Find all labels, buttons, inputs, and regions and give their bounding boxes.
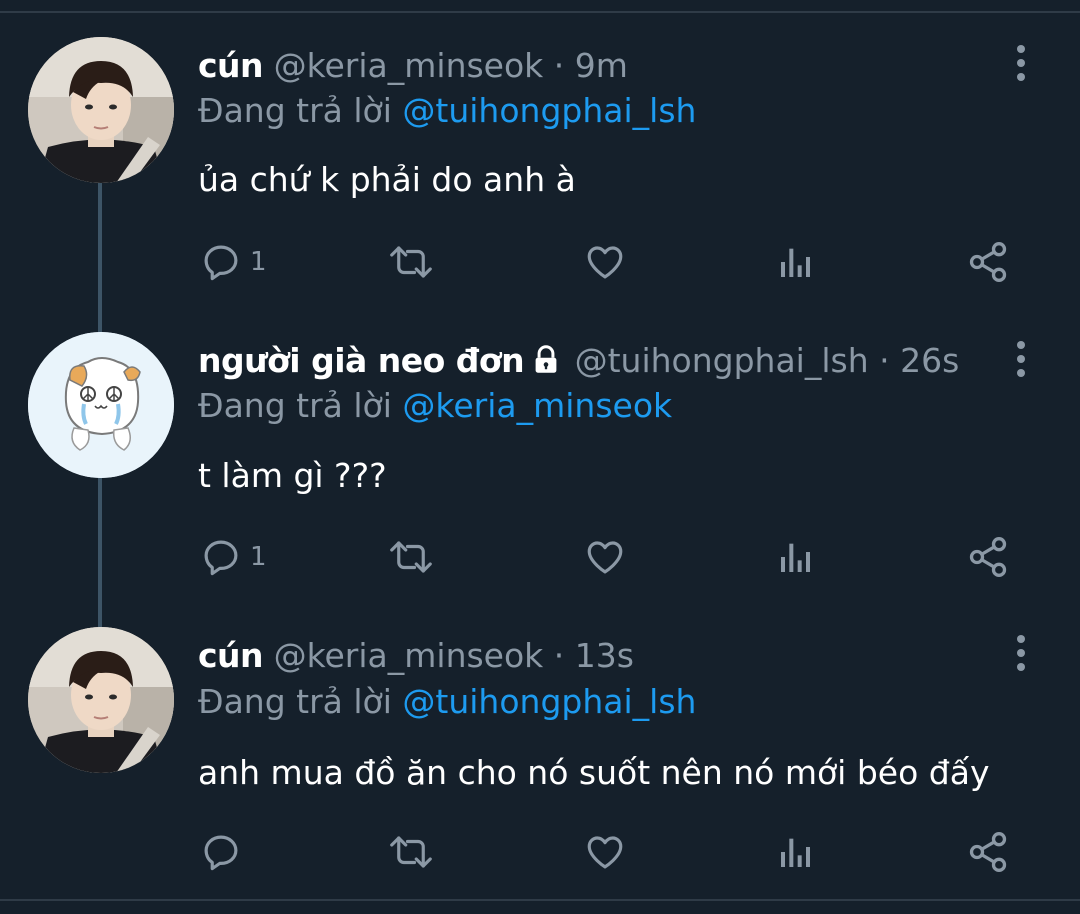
analytics-button[interactable] [776,237,816,287]
heart-icon [587,541,623,574]
reply-button[interactable]: 1 [200,237,267,287]
avatar-cartoon [28,332,174,478]
more-vertical-icon[interactable] [1010,341,1032,383]
retweet-button[interactable] [388,237,434,287]
share-icon [969,537,1007,577]
heart-icon [587,246,623,279]
analytics-button[interactable] [776,827,816,877]
action-bar: 1 [0,237,1080,287]
replying-to: Đang trả lời @tuihongphai_lsh [198,89,696,133]
display-name[interactable]: người già neo đơn [198,341,525,380]
avatar-photo [28,627,174,773]
mention-link[interactable]: @tuihongphai_lsh [402,682,696,721]
more-vertical-icon[interactable] [1010,635,1032,677]
like-button[interactable] [584,237,626,287]
analytics-icon [781,838,810,867]
lock-icon [532,342,560,386]
retweet-icon [390,836,432,868]
action-bar: 1 [0,532,1080,582]
username[interactable]: @tuihongphai_lsh [575,341,869,380]
like-button[interactable] [584,532,626,582]
reply-icon [204,540,238,576]
replying-to-label: Đang trả lời [198,386,392,425]
tweet-header: cún @keria_minseok · 9m [198,44,628,88]
reply-icon [204,835,238,871]
top-divider [0,11,1080,13]
separator: · [553,636,565,675]
tweet-header: người già neo đơn @tuihongphai_lsh · 26s [198,339,959,383]
separator: · [879,341,890,380]
reply-button[interactable] [200,827,250,877]
avatar-photo [28,37,174,183]
share-button[interactable] [966,532,1010,582]
tweet-header: cún @keria_minseok · 13s [198,634,634,678]
action-bar [0,827,1080,877]
retweet-button[interactable] [388,532,434,582]
reply-icon [204,245,238,281]
reply-button[interactable]: 1 [200,532,267,582]
separator: · [553,46,565,85]
replying-to: Đang trả lời @keria_minseok [198,384,672,428]
replying-to-label: Đang trả lời [198,91,392,130]
tweet-text: ủa chứ k phải do anh à [198,160,576,199]
tweet-text: t làm gì ??? [198,456,387,495]
mention-link[interactable]: @keria_minseok [402,386,672,425]
share-button[interactable] [966,827,1010,877]
more-vertical-icon[interactable] [1010,45,1032,87]
timestamp[interactable]: 26s [900,341,959,380]
tweet-text: anh mua đồ ăn cho nó suốt nên nó mới béo… [198,753,990,792]
replying-to-label: Đang trả lời [198,682,392,721]
avatar[interactable] [28,627,174,773]
timestamp[interactable]: 13s [575,636,634,675]
heart-icon [587,836,623,869]
reply-count: 1 [250,247,267,277]
display-name[interactable]: cún [198,636,264,675]
timestamp[interactable]: 9m [575,46,628,85]
retweet-button[interactable] [388,827,434,877]
bottom-divider [0,899,1080,901]
avatar[interactable] [28,332,174,478]
share-button[interactable] [966,237,1010,287]
display-name[interactable]: cún [198,46,264,85]
retweet-icon [390,541,432,573]
username[interactable]: @keria_minseok [274,46,544,85]
username[interactable]: @keria_minseok [274,636,544,675]
share-icon [969,832,1007,872]
analytics-icon [781,248,810,277]
reply-count: 1 [250,542,267,572]
analytics-button[interactable] [776,532,816,582]
avatar[interactable] [28,37,174,183]
replying-to: Đang trả lời @tuihongphai_lsh [198,680,696,724]
mention-link[interactable]: @tuihongphai_lsh [402,91,696,130]
share-icon [969,242,1007,282]
analytics-icon [781,543,810,572]
retweet-icon [390,246,432,278]
like-button[interactable] [584,827,626,877]
